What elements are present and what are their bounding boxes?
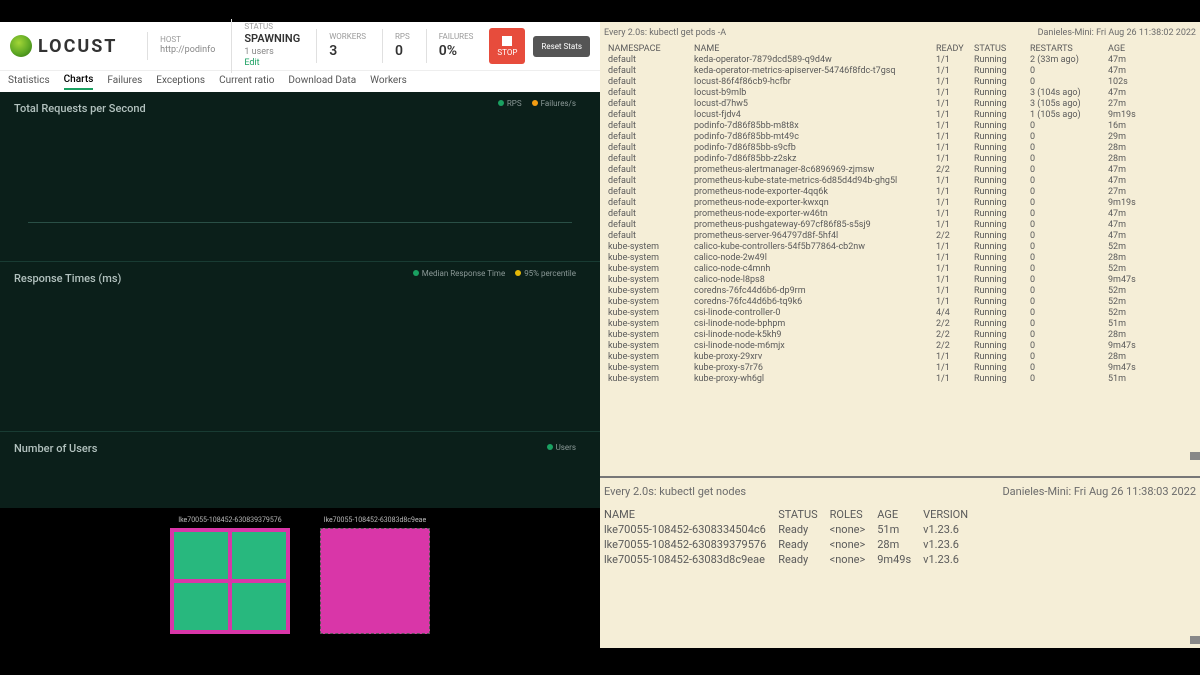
edit-link[interactable]: Edit (244, 58, 259, 68)
table-row: defaultlocust-fjdv41/1Running1 (105s ago… (604, 110, 1196, 121)
table-row: kube-systemcsi-linode-controller-04/4Run… (604, 308, 1196, 319)
chart-rps: Total Requests per Second RPS Failures/s (0, 92, 600, 262)
locust-tabs: Statistics Charts Failures Exceptions Cu… (0, 70, 600, 92)
workers-block: WORKERS 3 (316, 29, 378, 64)
table-row: kube-systemcalico-kube-controllers-54f5b… (604, 242, 1196, 253)
scrollbar-thumb[interactable] (1190, 636, 1200, 644)
locust-logo: LOCUST (10, 35, 143, 57)
tab-workers[interactable]: Workers (370, 75, 407, 89)
table-row: kube-systemcalico-node-c4mnh1/1Running05… (604, 264, 1196, 275)
chart-rps-legend: RPS Failures/s (498, 99, 576, 108)
locust-icon (10, 35, 32, 57)
table-row: lke70055-108452-6308334504c6Ready<none>5… (604, 522, 980, 537)
locust-header: LOCUST HOST http://podinfo STATUS SPAWNI… (0, 22, 600, 70)
watch-cmd: Every 2.0s: kubectl get nodes (604, 484, 746, 499)
table-row: kube-systemcalico-node-2w49l1/1Running02… (604, 253, 1196, 264)
table-row: defaultprometheus-node-exporter-4qq6k1/1… (604, 187, 1196, 198)
table-row: defaultlocust-86f4f86cb9-hcfbr1/1Running… (604, 77, 1196, 88)
table-row: kube-systemkube-proxy-wh6gl1/1Running051… (604, 374, 1196, 385)
worker-grid-icon (170, 528, 290, 634)
pods-table: NAMESPACENAMEREADYSTATUSRESTARTSAGEdefau… (604, 44, 1196, 385)
failures-block: FAILURES 0% (426, 29, 486, 64)
tab-exceptions[interactable]: Exceptions (156, 75, 205, 89)
table-row: defaultpodinfo-7d86f85bb-m8t8x1/1Running… (604, 121, 1196, 132)
table-row: defaultprometheus-alertmanager-8c6896969… (604, 165, 1196, 176)
tab-download[interactable]: Download Data (288, 75, 356, 89)
table-row: defaultkeda-operator-7879dcd589-q9d4w1/1… (604, 55, 1196, 66)
table-row: lke70055-108452-630839379576Ready<none>2… (604, 537, 980, 552)
watch-host: Danieles-Mini: Fri Aug 26 11:38:03 2022 (1002, 484, 1196, 499)
table-row: lke70055-108452-63083d8c9eaeReady<none>9… (604, 552, 980, 567)
table-row: kube-systemkube-proxy-s7r761/1Running09m… (604, 363, 1196, 374)
tab-statistics[interactable]: Statistics (8, 75, 50, 89)
tab-failures[interactable]: Failures (107, 75, 142, 89)
table-row: defaultlocust-b9mlb1/1Running3 (104s ago… (604, 88, 1196, 99)
worker-thumb[interactable]: lke70055-108452-630839379576 (170, 516, 290, 648)
table-row: defaultprometheus-pushgateway-697cf86f85… (604, 220, 1196, 231)
brand-text: LOCUST (38, 36, 117, 57)
status-value: SPAWNING (244, 32, 300, 46)
tab-charts[interactable]: Charts (64, 74, 94, 90)
pods-pane[interactable]: Every 2.0s: kubectl get pods -A Danieles… (600, 22, 1200, 452)
watch-cmd: Every 2.0s: kubectl get pods -A (604, 28, 726, 38)
stop-button[interactable]: STOP (489, 28, 525, 64)
reset-button[interactable]: Reset Stats (533, 36, 590, 57)
table-row: defaultkeda-operator-metrics-apiserver-5… (604, 66, 1196, 77)
watch-host: Danieles-Mini: Fri Aug 26 11:38:02 2022 (1038, 28, 1196, 38)
worker-solid-icon (320, 528, 430, 634)
table-row: defaultpodinfo-7d86f85bb-mt49c1/1Running… (604, 132, 1196, 143)
table-row: kube-systemcoredns-76fc44d6b6-tq9k61/1Ru… (604, 297, 1196, 308)
chart-users: Number of Users Users (0, 432, 600, 481)
table-row: kube-systemkube-proxy-29xrv1/1Running028… (604, 352, 1196, 363)
locust-ui: LOCUST HOST http://podinfo STATUS SPAWNI… (0, 22, 600, 648)
rps-block: RPS 0 (382, 29, 422, 64)
chart-rt-legend: Median Response Time 95% percentile (413, 269, 576, 278)
chart-users-title: Number of Users (14, 442, 586, 455)
host-value: http://podinfo (160, 45, 215, 57)
table-row: defaultpodinfo-7d86f85bb-z2skz1/1Running… (604, 154, 1196, 165)
nodes-pane[interactable]: Every 2.0s: kubectl get nodes Danieles-M… (600, 476, 1200, 648)
table-row: defaultprometheus-server-964797d8f-5hf4l… (604, 231, 1196, 242)
terminal-pane: Every 2.0s: kubectl get pods -A Danieles… (600, 22, 1200, 648)
table-row: defaultprometheus-kube-state-metrics-6d8… (604, 176, 1196, 187)
table-row: defaultprometheus-node-exporter-w46tn1/1… (604, 209, 1196, 220)
worker-thumb[interactable]: lke70055-108452-63083d8c9eae (320, 516, 430, 648)
worker-thumbs: lke70055-108452-630839379576 lke70055-10… (0, 508, 600, 648)
nodes-table: NAMESTATUSROLESAGEVERSIONlke70055-108452… (604, 507, 980, 567)
table-row: kube-systemcalico-node-l8ps81/1Running09… (604, 275, 1196, 286)
table-row: kube-systemcsi-linode-node-bphpm2/2Runni… (604, 319, 1196, 330)
host-block: HOST http://podinfo (147, 32, 227, 60)
table-row: kube-systemcsi-linode-node-k5kh92/2Runni… (604, 330, 1196, 341)
table-row: defaultlocust-d7hw51/1Running3 (105s ago… (604, 99, 1196, 110)
chart-baseline (28, 222, 572, 223)
table-row: kube-systemcoredns-76fc44d6b6-dp9rm1/1Ru… (604, 286, 1196, 297)
tab-ratio[interactable]: Current ratio (219, 75, 274, 89)
status-block: STATUS SPAWNING 1 users Edit (231, 19, 312, 73)
table-row: defaultpodinfo-7d86f85bb-s9cfb1/1Running… (604, 143, 1196, 154)
chart-users-legend: Users (547, 443, 576, 452)
table-row: kube-systemcsi-linode-node-m6mjx2/2Runni… (604, 341, 1196, 352)
table-row: defaultprometheus-node-exporter-kwxqn1/1… (604, 198, 1196, 209)
chart-response: Response Times (ms) Median Response Time… (0, 262, 600, 432)
